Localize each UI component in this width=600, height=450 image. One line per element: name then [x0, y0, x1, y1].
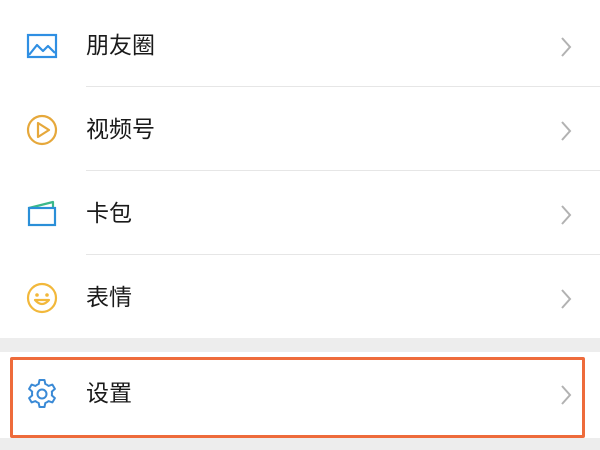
- me-menu-screen: 朋友圈 视频号 卡包 表情 设置: [0, 0, 600, 450]
- chevron-right-icon: [558, 288, 574, 310]
- menu-item-label: 表情: [86, 285, 132, 311]
- menu-item-settings[interactable]: 设置: [0, 352, 600, 438]
- gear-icon: [25, 377, 59, 411]
- play-circle-icon: [25, 113, 59, 147]
- menu-item-card-wallet[interactable]: 卡包: [0, 170, 600, 254]
- menu-group-settings: 设置: [0, 352, 600, 438]
- picture-icon: [25, 29, 59, 63]
- chevron-right-icon: [558, 204, 574, 226]
- menu-item-channels[interactable]: 视频号: [0, 86, 600, 170]
- chevron-right-icon: [558, 120, 574, 142]
- menu-item-label: 设置: [86, 381, 132, 407]
- menu-group-main: 朋友圈 视频号 卡包 表情: [0, 0, 600, 338]
- menu-item-moments[interactable]: 朋友圈: [0, 2, 600, 86]
- menu-item-label: 卡包: [86, 201, 132, 227]
- card-wallet-icon: [25, 197, 59, 231]
- menu-item-label: 朋友圈: [86, 33, 155, 59]
- smiley-icon: [25, 281, 59, 315]
- menu-item-stickers[interactable]: 表情: [0, 254, 600, 338]
- bottom-spacer: [0, 438, 600, 450]
- chevron-right-icon: [558, 384, 574, 406]
- menu-item-label: 视频号: [86, 117, 155, 143]
- chevron-right-icon: [558, 36, 574, 58]
